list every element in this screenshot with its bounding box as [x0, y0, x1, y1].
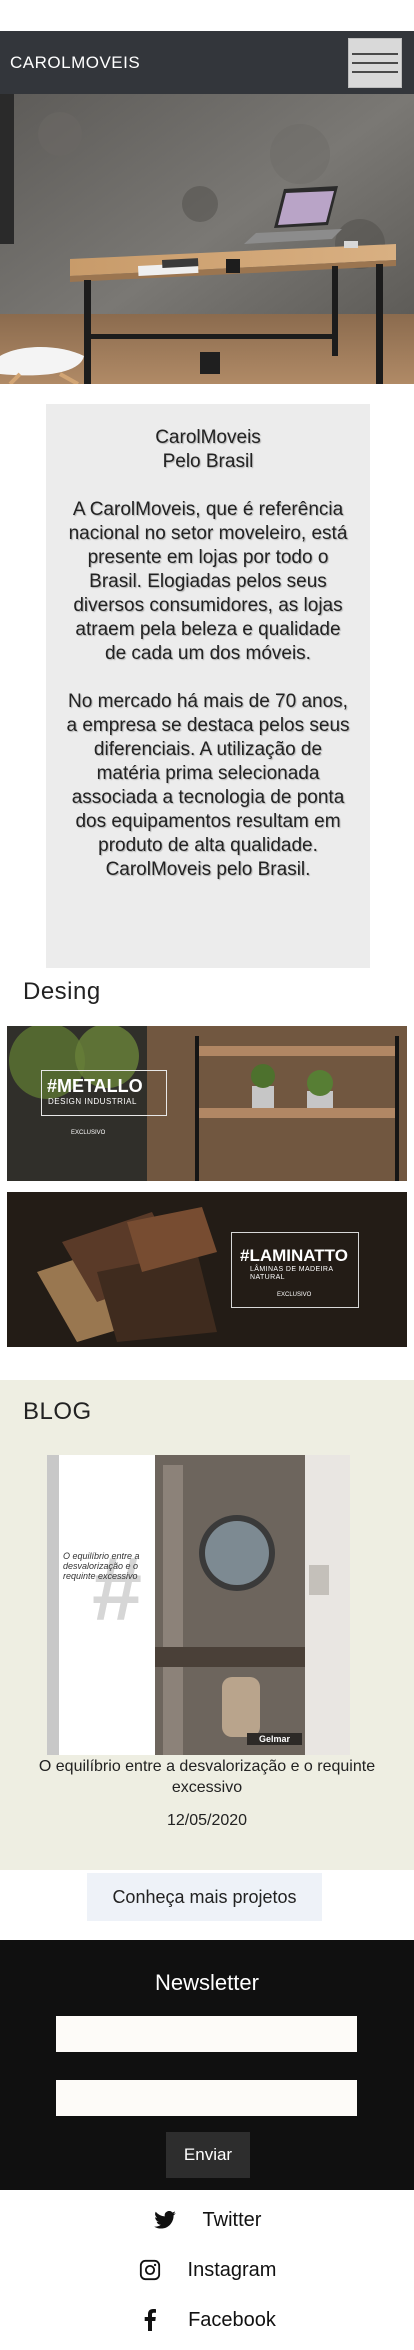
top-band: [0, 0, 414, 31]
social-instagram-link[interactable]: Instagram: [0, 2245, 414, 2295]
metallo-tag: EXCLUSIVO: [71, 1130, 106, 1136]
more-projects-button[interactable]: Conheça mais projetos: [87, 1873, 322, 1921]
intro-paragraph-2: No mercado há mais de 70 anos, a empresa…: [66, 691, 350, 880]
newsletter-email-field[interactable]: [56, 2080, 357, 2116]
intro-subtitle: Pelo Brasil: [162, 451, 254, 472]
facebook-label: Facebook: [188, 2308, 276, 2331]
instagram-label: Instagram: [187, 2258, 277, 2281]
blog-post-caption[interactable]: O equilíbrio entre a desvalorização e o …: [30, 1756, 384, 1798]
social-twitter-link[interactable]: Twitter: [0, 2195, 414, 2245]
laminatto-title: #LAMINATTO: [240, 1246, 348, 1265]
design-section-title: Desing: [23, 978, 101, 1005]
facebook-icon: [138, 2308, 162, 2332]
newsletter-name-field[interactable]: [56, 2016, 357, 2052]
blog-image-text: O equilíbrio entre a desvalorização e o …: [63, 1551, 140, 1581]
blog-post-date: 12/05/2020: [166, 1812, 248, 1829]
blog-section-title: BLOG: [23, 1398, 92, 1425]
twitter-label: Twitter: [202, 2208, 262, 2231]
newsletter-submit-button[interactable]: Enviar: [166, 2132, 250, 2178]
blog-post-image[interactable]: # O equilíbrio entre a desvalorização e …: [47, 1455, 350, 1755]
hero-image: [0, 94, 414, 384]
newsletter-title: Newsletter: [155, 1970, 259, 1995]
intro-title: CarolMoveis: [155, 427, 261, 448]
metallo-banner[interactable]: #METALLO DESIGN INDUSTRIAL EXCLUSIVO: [7, 1026, 407, 1181]
newsletter-section: Newsletter Enviar: [0, 1940, 414, 2190]
laminatto-subtitle: LÂMINAS DE MADEIRA NATURAL: [250, 1266, 334, 1281]
metallo-subtitle: DESIGN INDUSTRIAL: [48, 1097, 137, 1106]
hero-desk-photo: [0, 94, 414, 384]
social-facebook-link[interactable]: Facebook: [0, 2295, 414, 2345]
laminatto-banner[interactable]: #LAMINATTO LÂMINAS DE MADEIRA NATURAL EX…: [7, 1192, 407, 1347]
blog-section: BLOG # O equilíbrio entre a desvalorizaç…: [0, 1380, 414, 1870]
site-header: CAROLMOVEIS: [0, 31, 414, 94]
instagram-icon: [138, 2258, 162, 2282]
brand-logo[interactable]: CAROLMOVEIS: [10, 53, 140, 73]
hamburger-menu-icon[interactable]: [348, 37, 402, 88]
blog-image-logo: Gelmar: [259, 1734, 291, 1744]
intro-card: CarolMoveis Pelo Brasil A CarolMoveis, q…: [46, 404, 370, 968]
metallo-title: #METALLO: [47, 1076, 143, 1096]
twitter-icon: [153, 2208, 177, 2232]
intro-paragraph-1: A CarolMoveis, que é referência nacional…: [68, 499, 348, 664]
laminatto-tag: EXCLUSIVO: [277, 1292, 312, 1298]
